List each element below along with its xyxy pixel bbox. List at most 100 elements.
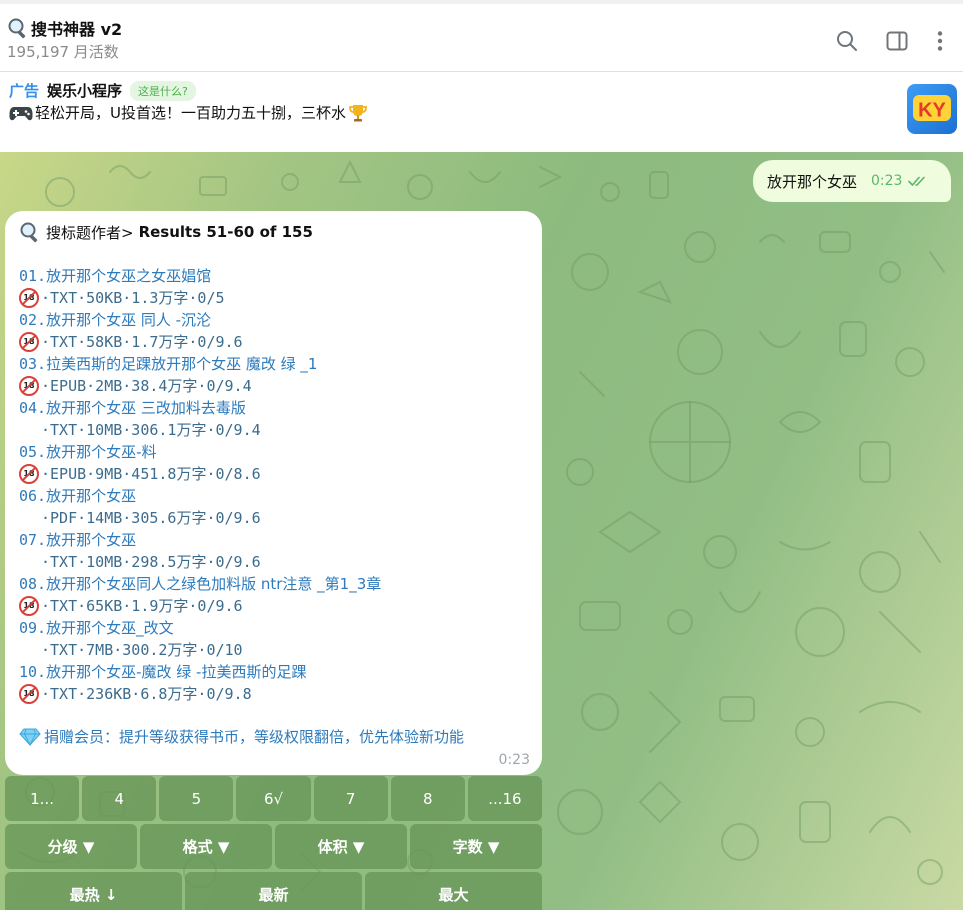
result-title-link[interactable]: 10.放开那个女巫-魔改 绿 -拉美西斯的足踝 [19,661,530,683]
page-button[interactable]: 8 [390,776,465,821]
result-title: 放开那个女巫_改文 [46,619,174,637]
result-title: 放开那个女巫 同人 -沉沦 [46,311,212,329]
result-number: 06. [19,487,47,505]
sort-button[interactable]: 最新 [185,872,362,910]
result-item: 02.放开那个女巫 同人 -沉沦18·TXT·58KB·1.7万字·0/9.6 [19,309,530,353]
result-item: 04.放开那个女巫 三改加料去毒版 ·TXT·10MB·306.1万字·0/9.4 [19,397,530,441]
ad-name: 娱乐小程序 [47,82,123,100]
result-number: 10. [19,663,47,681]
result-meta: 18·TXT·58KB·1.7万字·0/9.6 [19,331,530,353]
ad-logo[interactable]: KY [907,84,957,134]
result-item: 07.放开那个女巫 ·TXT·10MB·298.5万字·0/9.6 [19,529,530,573]
no-under-18-icon: 18 [19,332,39,352]
result-meta-text: ·TXT·10MB·298.5万字·0/9.6 [41,553,261,571]
search-icon[interactable] [834,28,860,54]
result-meta-text: ·TXT·7MB·300.2万字·0/10 [41,641,243,659]
result-title-link[interactable]: 09.放开那个女巫_改文 [19,617,530,639]
ad-label: 广告 [9,82,40,100]
result-meta: 18·TXT·65KB·1.9万字·0/9.6 [19,595,530,617]
ad-logo-text: KY [918,100,946,122]
double-check-icon [908,176,926,186]
result-meta-text: ·EPUB·2MB·38.4万字·0/9.4 [41,377,252,395]
result-number: 07. [19,531,47,549]
result-title: 放开那个女巫-料 [46,443,157,461]
no-under-18-icon: 18 [19,288,39,308]
result-meta-text: ·TXT·65KB·1.9万字·0/9.6 [41,597,243,615]
pagination-row: 1... 4 5 6√ 7 8 ...16 [5,776,542,821]
chat-title-text: 搜书神器 v2 [31,20,123,39]
result-item: 08.放开那个女巫同人之绿色加料版 ntr注意 _第1_3章18·TXT·65K… [19,573,530,617]
sort-button[interactable]: 最大 [365,872,542,910]
outgoing-time-text: 0:23 [871,173,903,189]
page-button[interactable]: 6√ [236,776,311,821]
result-item: 10.放开那个女巫-魔改 绿 -拉美西斯的足踝18·TXT·236KB·6.8万… [19,661,530,705]
diamond-icon [19,728,41,746]
result-meta-text: ·TXT·10MB·306.1万字·0/9.4 [41,421,261,439]
result-meta-text: ·EPUB·9MB·451.8万字·0/8.6 [41,465,261,483]
result-title: 放开那个女巫同人之绿色加料版 ntr注意 _第1_3章 [46,575,382,593]
chat-title[interactable]: 搜书神器 v2 [7,16,122,40]
filter-button[interactable]: 格式 ▼ [140,824,272,869]
sort-button[interactable]: 最热 ↓ [5,872,182,910]
result-title: 放开那个女巫 [46,531,137,549]
page-button[interactable]: 4 [82,776,157,821]
magnifier-emoji-icon [20,222,38,243]
chat-area: 放开那个女巫 0:23 搜标题作者> Results 51-60 of 155 … [0,152,963,910]
result-item: 01.放开那个女巫之女巫娼馆18·TXT·50KB·1.3万字·0/5 [19,265,530,309]
filter-button[interactable]: 体积 ▼ [275,824,407,869]
more-vertical-icon[interactable] [927,28,953,54]
page-button[interactable]: 5 [159,776,234,821]
donate-promo-link[interactable]: 捐赠会员：提升等级获得书币，等级权限翻倍，优先体验新功能 [19,726,464,747]
filter-button[interactable]: 字数 ▼ [410,824,542,869]
outgoing-message-text: 放开那个女巫 [767,172,858,191]
result-number: 02. [19,311,47,329]
result-meta: ·TXT·10MB·298.5万字·0/9.6 [19,551,530,573]
result-title-link[interactable]: 03.拉美西斯的足踝放开那个女巫 魔改 绿 _1 [19,353,530,375]
outgoing-message-time: 0:23 [871,173,930,189]
result-item: 06.放开那个女巫 ·PDF·14MB·305.6万字·0/9.6 [19,485,530,529]
results-header: 搜标题作者> Results 51-60 of 155 [19,221,313,243]
result-meta: 18·EPUB·2MB·38.4万字·0/9.4 [19,375,530,397]
trophy-icon [349,104,367,121]
result-title: 放开那个女巫 三改加料去毒版 [46,399,246,417]
result-number: 09. [19,619,47,637]
message-time: 0:23 [498,752,530,768]
filter-row: 分级 ▼ 格式 ▼ 体积 ▼ 字数 ▼ [5,824,542,869]
donate-promo-text: 捐赠会员：提升等级获得书币，等级权限翻倍，优先体验新功能 [44,728,465,746]
result-title-link[interactable]: 01.放开那个女巫之女巫娼馆 [19,265,530,287]
page-button[interactable]: 7 [313,776,388,821]
result-title-link[interactable]: 08.放开那个女巫同人之绿色加料版 ntr注意 _第1_3章 [19,573,530,595]
outgoing-message[interactable]: 放开那个女巫 0:23 [753,160,951,202]
sort-row: 最热 ↓ 最新 最大 [5,872,542,910]
chat-header: 搜书神器 v2 195,197 月活数 [0,0,963,72]
result-title: 拉美西斯的足踝放开那个女巫 魔改 绿 _1 [46,355,318,373]
result-meta: ·PDF·14MB·305.6万字·0/9.6 [19,507,530,529]
result-item: 03.拉美西斯的足踝放开那个女巫 魔改 绿 _118·EPUB·2MB·38.4… [19,353,530,397]
no-under-18-icon: 18 [19,596,39,616]
filter-button[interactable]: 分级 ▼ [5,824,137,869]
sidebar-toggle-icon[interactable] [884,28,910,54]
ad-what-is-this-button[interactable]: 这是什么? [130,80,196,101]
search-results-message[interactable]: 搜标题作者> Results 51-60 of 155 01.放开那个女巫之女巫… [5,211,542,775]
result-number: 05. [19,443,47,461]
game-controller-icon [9,106,33,120]
result-title-link[interactable]: 05.放开那个女巫-料 [19,441,530,463]
result-number: 01. [19,267,47,285]
page-button[interactable]: 1... [5,776,80,821]
no-under-18-icon: 18 [19,684,39,704]
results-header-count: Results 51-60 of 155 [138,223,313,241]
result-meta: 18·EPUB·9MB·451.8万字·0/8.6 [19,463,530,485]
result-item: 05.放开那个女巫-料18·EPUB·9MB·451.8万字·0/8.6 [19,441,530,485]
result-number: 03. [19,355,47,373]
result-title-link[interactable]: 07.放开那个女巫 [19,529,530,551]
ad-text: 轻松开局，U投首选！一百助力五十捌，三杯水 [35,104,346,122]
page-button[interactable]: ...16 [467,776,542,821]
result-meta-text: ·PDF·14MB·305.6万字·0/9.6 [41,509,261,527]
result-title-link[interactable]: 06.放开那个女巫 [19,485,530,507]
magnifier-emoji-icon [8,18,26,39]
result-number: 04. [19,399,47,417]
result-title-link[interactable]: 04.放开那个女巫 三改加料去毒版 [19,397,530,419]
sponsored-message[interactable]: 广告 娱乐小程序 这是什么? 轻松开局，U投首选！一百助力五十捌，三杯水 KY [0,72,963,152]
result-title-link[interactable]: 02.放开那个女巫 同人 -沉沦 [19,309,530,331]
result-title: 放开那个女巫-魔改 绿 -拉美西斯的足踝 [46,663,307,681]
